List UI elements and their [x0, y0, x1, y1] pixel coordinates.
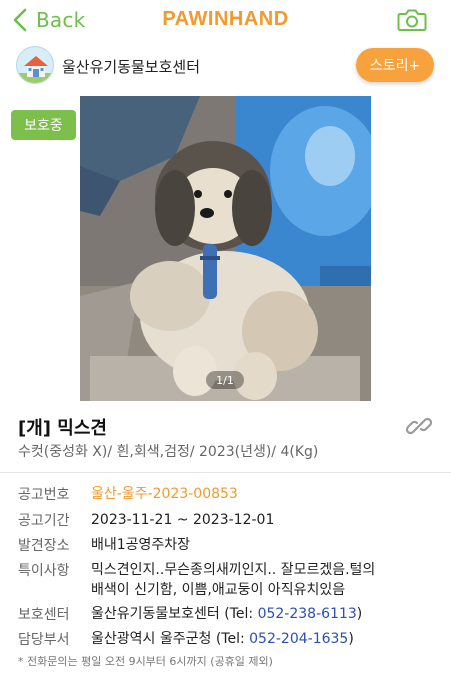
dog-photo-illustration — [80, 96, 371, 401]
found-place-label: 발견장소 — [18, 538, 70, 554]
story-button[interactable]: 스토리+ — [356, 48, 434, 82]
shelter-header: 울산유기동물보호센터 스토리+ — [0, 44, 451, 90]
shelter-avatar[interactable] — [16, 46, 54, 84]
notice-no-value: 울산-울주-2023-00853 — [91, 486, 238, 502]
department-tel-link[interactable]: 052-204-1635 — [249, 631, 348, 647]
shelter-center-label: 보호센터 — [18, 607, 70, 623]
shelter-center-tel-link[interactable]: 052-238-6113 — [258, 606, 357, 622]
department-tel-prefix: (Tel: — [215, 631, 250, 647]
department-name: 울산광역시 울주군청 — [91, 631, 212, 647]
remarks-label: 특이사항 — [18, 563, 70, 579]
animal-title: [개] 믹스견 — [18, 418, 107, 439]
notice-period-label: 공고기간 — [18, 513, 70, 529]
department-value: 울산광역시 울주군청 (Tel: 052-204-1635) — [91, 629, 431, 649]
house-icon — [17, 56, 53, 83]
status-badge: 보호중 — [11, 110, 76, 140]
camera-icon[interactable] — [397, 7, 427, 33]
remarks-value: 믹스견인지..무슨종의새끼인지.. 잘모르겠음.털의 배색이 신기함, 이쁨,애… — [91, 562, 376, 598]
link-icon[interactable] — [405, 412, 433, 440]
shelter-center-value: 울산유기동물보호센터 (Tel: 052-238-6113) — [91, 604, 431, 624]
notice-period-value: 2023-11-21 ~ 2023-12-01 — [91, 512, 275, 528]
department-label: 담당부서 — [18, 632, 70, 648]
animal-summary: 수컷(중성화 X)/ 흰,회색,검정/ 2023(년생)/ 4(Kg) — [18, 444, 319, 460]
animal-photo[interactable] — [80, 96, 371, 401]
shelter-center-name: 울산유기동물보호센터 — [91, 606, 220, 622]
shelter-center-tel-prefix: (Tel: — [224, 606, 258, 622]
department-tel-suffix: ) — [348, 631, 354, 647]
top-nav-bar: Back PAWINHAND — [0, 0, 451, 42]
shelter-name[interactable]: 울산유기동물보호센터 — [62, 56, 200, 77]
contact-hours-note: * 전화문의는 평일 오전 9시부터 6시까지 (공휴일 제외) — [18, 655, 273, 668]
photo-page-indicator: 1/1 — [206, 371, 244, 389]
app-logo: PAWINHAND — [162, 8, 289, 30]
found-place-value: 배내1공영주차장 — [91, 537, 191, 553]
notice-no-label: 공고번호 — [18, 487, 70, 503]
section-divider — [0, 472, 451, 473]
shelter-center-tel-suffix: ) — [356, 606, 363, 622]
